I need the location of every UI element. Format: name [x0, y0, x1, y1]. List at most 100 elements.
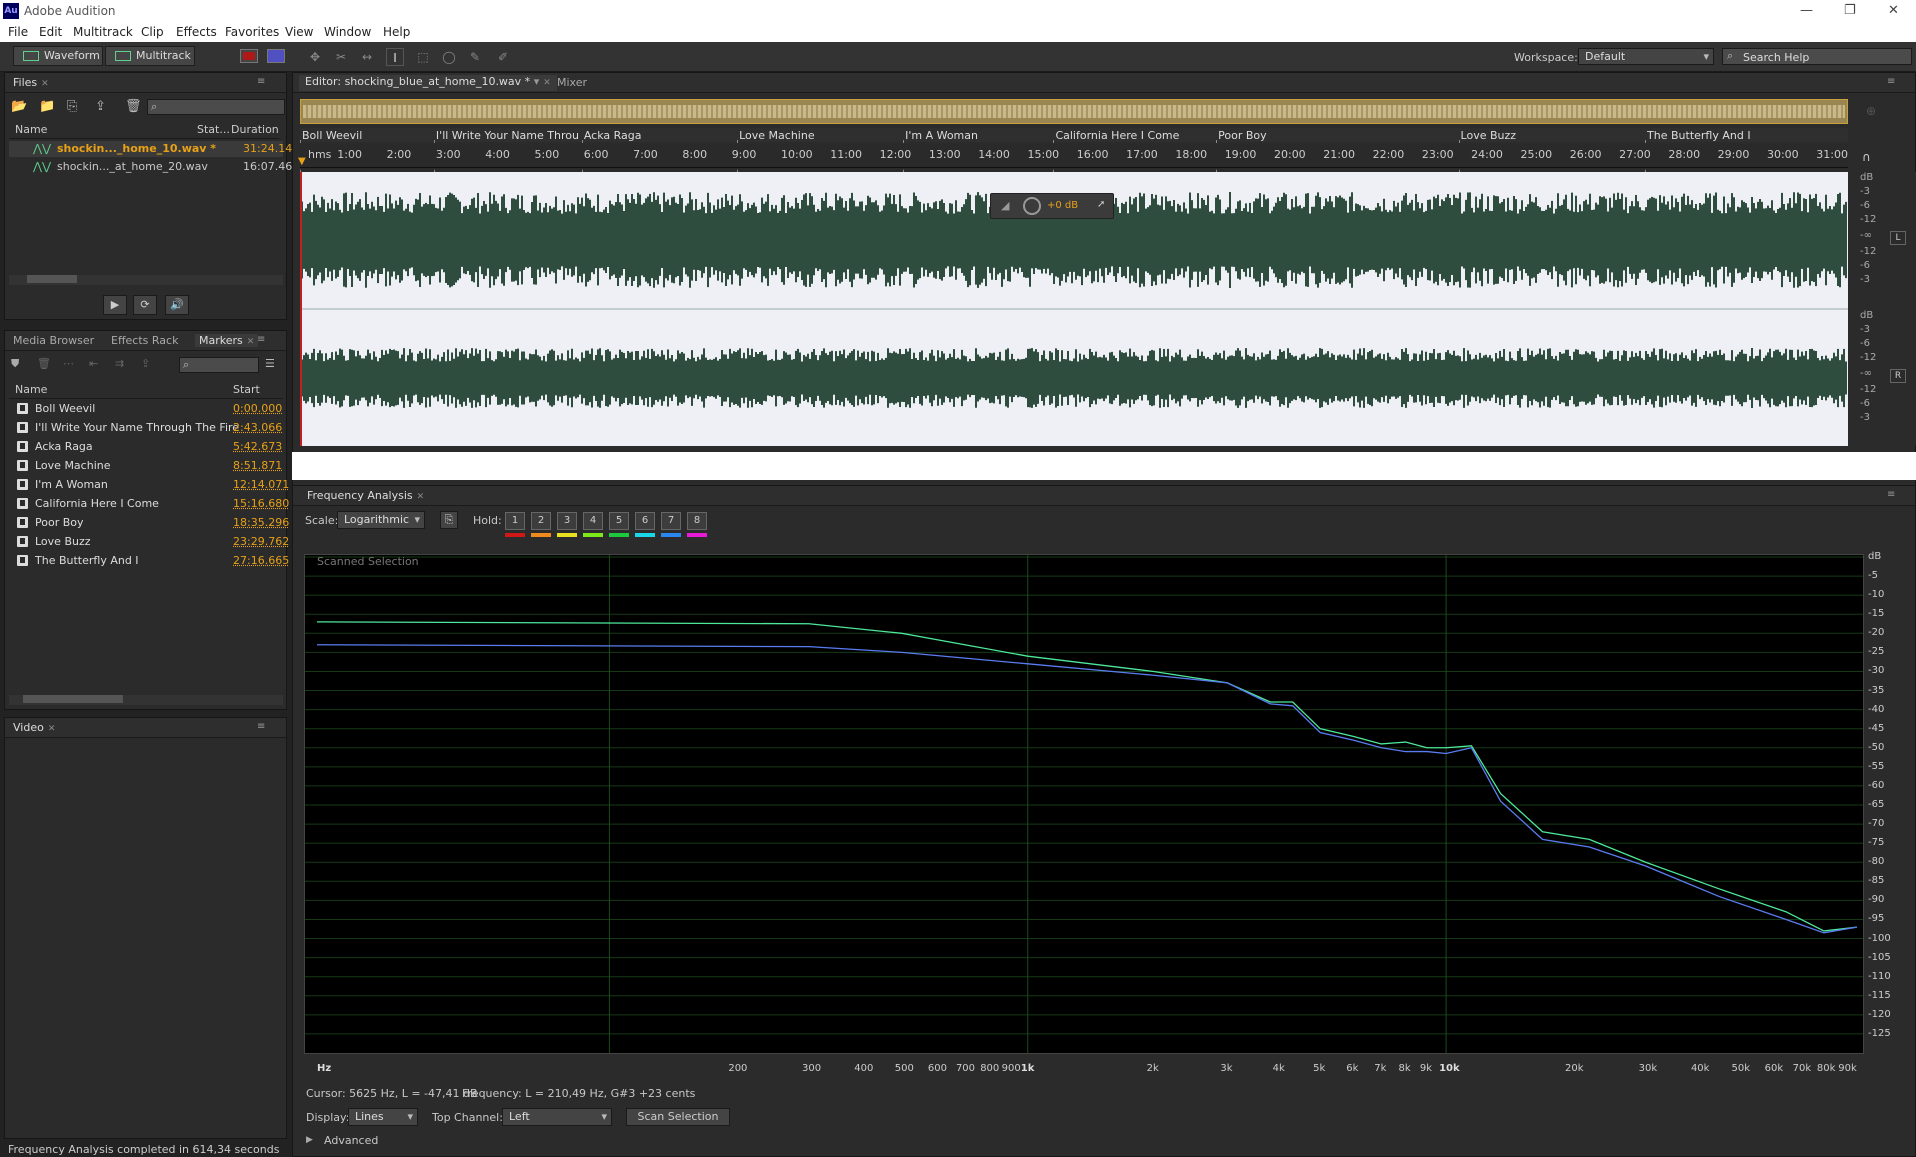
menu-help[interactable]: Help — [383, 25, 410, 39]
display-select[interactable]: Lines — [348, 1108, 418, 1126]
delete-marker-icon[interactable]: 🗑 — [37, 357, 51, 370]
marker-label[interactable]: Acka Raga — [584, 129, 733, 142]
close-icon[interactable]: ✕ — [41, 79, 49, 89]
tab-files[interactable]: Files ✕ — [13, 76, 49, 89]
marker-label[interactable]: Poor Boy — [1218, 129, 1454, 142]
files-scrollbar[interactable] — [9, 275, 283, 285]
menu-effects[interactable]: Effects — [176, 25, 217, 39]
waveform-button[interactable]: Waveform — [13, 46, 103, 66]
menu-window[interactable]: Window — [324, 25, 371, 39]
copy-icon[interactable]: ⎘ — [440, 511, 458, 529]
export-icon[interactable]: ⇪ — [95, 99, 106, 114]
tab-frequency-analysis[interactable]: Frequency Analysis ✕ — [307, 489, 424, 502]
paintbrush-tool-icon[interactable]: ✎ — [466, 48, 484, 66]
close-icon[interactable]: ✕ — [48, 724, 56, 734]
open-file-icon[interactable]: 📂 — [11, 99, 27, 114]
panel-menu-icon[interactable]: ≡ — [1887, 76, 1895, 87]
file-row[interactable]: ⋀⋁ shockin..._home_10.wav * 31:24.14 — [9, 141, 292, 157]
menu-edit[interactable]: Edit — [39, 25, 62, 39]
play-button[interactable]: ▶ — [103, 295, 127, 315]
marker-row[interactable]: Poor Boy 18:35.296 — [9, 515, 289, 531]
hud-volume[interactable]: ◢ +0 dB ➚ — [990, 193, 1114, 219]
playhead-icon[interactable]: ▼ — [298, 156, 306, 167]
auto-play-button[interactable]: 🔊 — [165, 295, 189, 315]
expand-triangle-icon[interactable]: ▶ — [306, 1135, 313, 1145]
horizontal-scrollbar[interactable] — [292, 452, 1916, 480]
volume-knob[interactable] — [1023, 197, 1041, 215]
panel-menu-icon[interactable]: ≡ — [1887, 489, 1895, 500]
frequency-graph[interactable]: Scanned Selection — [304, 554, 1864, 1054]
marker-row[interactable]: Boll Weevil 0:00.000 — [9, 401, 283, 417]
marker-row[interactable]: California Here I Come 15:16.680 — [9, 496, 289, 512]
marker-row[interactable]: The Butterfly And I 27:16.665 — [9, 553, 289, 569]
insert-into-multitrack-icon[interactable]: ⎘ — [67, 99, 77, 114]
hold-button[interactable]: 1 — [505, 512, 525, 530]
hold-button[interactable]: 6 — [635, 512, 655, 530]
marker-label[interactable]: The Butterfly And I — [1647, 129, 1844, 142]
tab-markers[interactable]: Markers ✕ — [195, 334, 259, 347]
marker-label[interactable]: I'll Write Your Name Throug — [436, 129, 578, 142]
razor-tool-icon[interactable]: ✂ — [332, 48, 350, 66]
marker-row[interactable]: I'll Write Your Name Through The Fire 2:4… — [9, 420, 283, 436]
headphones-icon[interactable]: ∩ — [1862, 150, 1871, 164]
tab-mixer[interactable]: Mixer — [557, 76, 587, 89]
spectral-frequency-display-icon[interactable] — [240, 49, 258, 63]
close-icon[interactable]: ✕ — [247, 337, 255, 347]
hold-button[interactable]: 7 — [661, 512, 681, 530]
files-search-input[interactable]: ⌕ — [147, 99, 285, 115]
import-file-icon[interactable]: 📁 — [39, 99, 55, 114]
marker-options-icon[interactable]: ☰ — [265, 357, 275, 370]
add-marker-icon[interactable]: ⛊ — [11, 357, 19, 371]
tab-effects-rack[interactable]: Effects Rack — [111, 334, 178, 347]
delete-icon[interactable]: 🗑 — [125, 99, 142, 114]
marker-row[interactable]: Acka Raga 5:42.673 — [9, 439, 283, 455]
spot-healing-tool-icon[interactable]: ✐ — [494, 48, 512, 66]
time-ruler[interactable] — [300, 144, 1848, 168]
channel-right-toggle[interactable]: R — [1890, 369, 1906, 383]
markers-search-input[interactable]: ⌕ — [179, 357, 259, 373]
tab-media-browser[interactable]: Media Browser — [13, 334, 94, 347]
top-channel-select[interactable]: Left — [502, 1108, 612, 1126]
panel-menu-icon[interactable]: ≡ — [257, 334, 265, 345]
minimize-icon[interactable]: — — [1800, 3, 1813, 18]
close-icon[interactable]: ✕ — [417, 492, 425, 502]
marker-label[interactable]: I'm A Woman — [905, 129, 1049, 142]
restore-icon[interactable]: ❐ — [1844, 3, 1856, 18]
menu-favorites[interactable]: Favorites — [225, 25, 279, 39]
scan-selection-button[interactable]: Scan Selection — [626, 1108, 730, 1126]
marker-row[interactable]: I'm A Woman 12:14.071 — [9, 477, 289, 493]
slip-tool-icon[interactable]: ↔ — [358, 48, 376, 66]
file-row[interactable]: ⋀⋁ shockin..._at_home_20.wav 16:07.464 — [9, 159, 299, 175]
hold-button[interactable]: 4 — [583, 512, 603, 530]
tab-video[interactable]: Video ✕ — [13, 721, 55, 734]
hold-button[interactable]: 2 — [531, 512, 551, 530]
marker-label[interactable]: Love Machine — [739, 129, 899, 142]
insert-markers-icon[interactable]: ⇉ — [115, 357, 124, 370]
hold-button[interactable]: 3 — [557, 512, 577, 530]
marker-row[interactable]: Love Buzz 23:29.762 — [9, 534, 289, 550]
chevron-down-icon[interactable]: ▾ — [534, 75, 540, 88]
batch-process-icon[interactable]: ⇪ — [141, 357, 150, 370]
marker-label[interactable]: California Here I Come — [1055, 129, 1212, 142]
zoom-icon[interactable]: ⊕ — [1866, 104, 1876, 118]
marker-row[interactable]: Love Machine 8:51.871 — [9, 458, 283, 474]
hold-button[interactable]: 8 — [687, 512, 707, 530]
tab-editor[interactable]: Editor: shocking_blue_at_home_10.wav * ▾… — [299, 75, 557, 91]
markers-scrollbar[interactable] — [9, 695, 283, 705]
menu-file[interactable]: File — [8, 25, 28, 39]
menu-multitrack[interactable]: Multitrack — [73, 25, 133, 39]
marker-label[interactable]: Love Buzz — [1461, 129, 1642, 142]
close-icon[interactable]: ✕ — [543, 78, 551, 88]
spectral-pitch-display-icon[interactable] — [267, 49, 285, 63]
menu-clip[interactable]: Clip — [141, 25, 164, 39]
pin-icon[interactable]: ➚ — [1097, 199, 1105, 210]
search-help-field[interactable]: ⌕ Search Help — [1722, 48, 1912, 65]
export-markers-icon[interactable]: ⇤ — [89, 357, 98, 370]
marker-label[interactable]: Boll Weevil — [302, 129, 430, 142]
panel-menu-icon[interactable]: ≡ — [257, 721, 265, 732]
loop-button[interactable]: ⟳ — [133, 295, 157, 315]
menu-view[interactable]: View — [285, 25, 313, 39]
workspace-select[interactable]: Default — [1578, 48, 1714, 65]
panel-menu-icon[interactable]: ≡ — [257, 76, 265, 87]
scale-select[interactable]: Logarithmic — [337, 511, 425, 529]
